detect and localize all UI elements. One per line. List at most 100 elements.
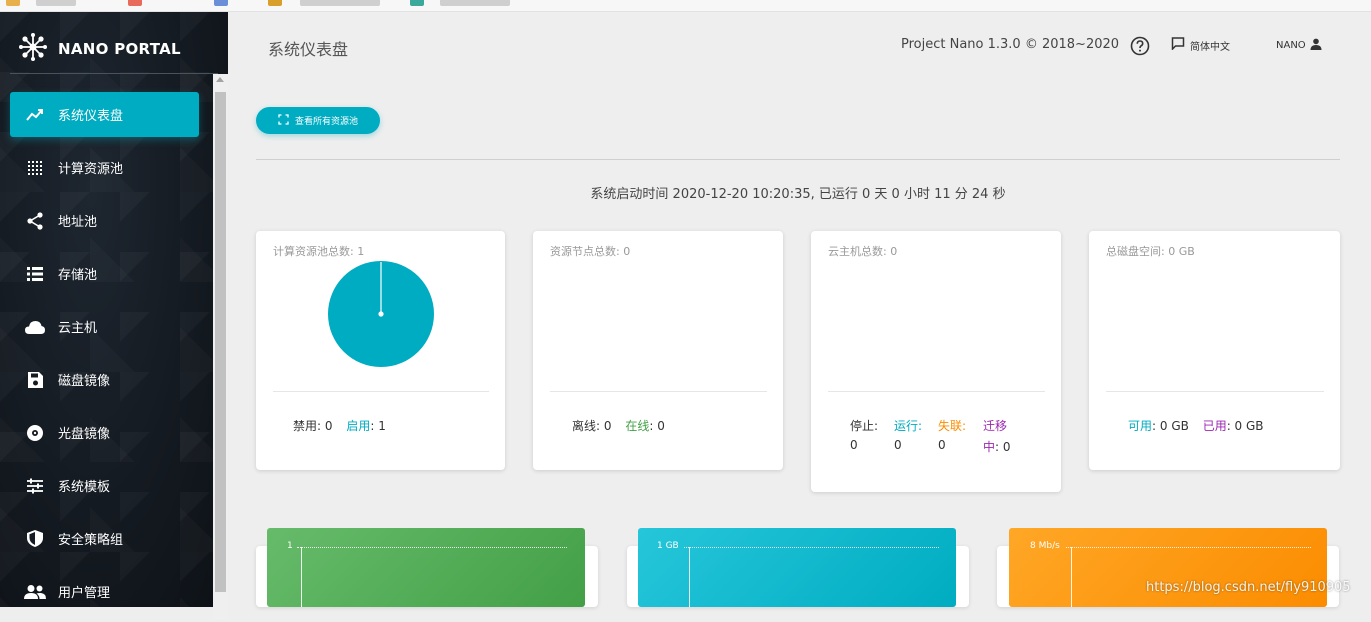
bookmark-icon[interactable]: [128, 0, 142, 6]
sidebar-item-address-pool[interactable]: 地址池: [10, 198, 199, 243]
sidebar-item-user-management[interactable]: 用户管理: [10, 569, 199, 614]
stopped-value: 0: [850, 438, 858, 452]
card-title: 云主机总数: 0: [828, 245, 898, 258]
sliders-icon: [24, 475, 46, 497]
watermark: https://blog.csdn.net/fly910905: [1146, 580, 1351, 595]
view-all-pools-label: 查看所有资源池: [294, 117, 358, 127]
sidebar-item-label: 计算资源池: [58, 162, 124, 177]
bookmark-icon[interactable]: [214, 0, 228, 6]
version-text: Project Nano 1.3.0 © 2018~2020: [901, 37, 1120, 52]
top-bar: 系统仪表盘 Project Nano 1.3.0 © 2018~2020 简体中…: [228, 12, 1371, 80]
brand[interactable]: NANO PORTAL: [18, 32, 181, 66]
disabled-value: : 0: [317, 419, 333, 433]
sidebar-item-disk-image[interactable]: 磁盘镜像: [10, 357, 199, 402]
chart-y-axis: [1071, 547, 1072, 607]
brand-divider: [10, 73, 218, 74]
enabled-value: : 1: [370, 419, 386, 433]
save-icon: [24, 369, 46, 391]
resource-node-legend: 离线: 0 在线: 0: [572, 417, 665, 434]
migrating-label: 迁移: [983, 419, 1008, 433]
sidebar-item-cloud-host[interactable]: 云主机: [10, 304, 199, 349]
sidebar-item-label: 存储池: [58, 268, 98, 283]
sidebar-item-label: 云主机: [58, 321, 98, 336]
bookmark-item[interactable]: [36, 0, 76, 6]
cloud-host-card: 云主机总数: 0 停止: 0 运行: 0 失联: 0 迁移 中: 0: [811, 231, 1061, 492]
chart-y-axis: [301, 547, 302, 607]
chart-panel-orange: 8 Mb/s: [1009, 528, 1327, 607]
sidebar-item-optical-image[interactable]: 光盘镜像: [10, 410, 199, 455]
chart-axis-label: 1: [287, 541, 293, 551]
chart-gridline: [297, 547, 567, 548]
stopped-label: 停止:: [850, 419, 879, 433]
sidebar-item-label: 磁盘镜像: [58, 374, 111, 389]
disc-icon: [24, 422, 46, 444]
offline-label: 离线: [572, 419, 597, 433]
share-icon: [24, 210, 46, 232]
lost-value: 0: [938, 438, 946, 452]
users-icon: [24, 581, 46, 603]
available-label: 可用: [1128, 419, 1153, 433]
migrating-label-2: 中: [983, 440, 996, 454]
person-icon: [1310, 38, 1322, 53]
available-value: : 0 GB: [1152, 419, 1189, 433]
compute-pool-pie-chart: [328, 261, 434, 367]
chart-panel-green: 1: [267, 528, 585, 607]
migrating-value: : 0: [995, 440, 1011, 454]
sidebar-item-label: 地址池: [58, 215, 98, 230]
sidebar-scrollbar[interactable]: [213, 74, 228, 619]
bookmark-icon[interactable]: [6, 0, 20, 6]
sidebar-item-compute-pool[interactable]: 计算资源池: [10, 145, 199, 190]
dashboard-icon: [24, 104, 46, 126]
card-title: 计算资源池总数: 1: [273, 245, 365, 258]
user-menu[interactable]: NANO: [1276, 38, 1322, 53]
chart-y-axis: [689, 547, 690, 607]
chart-gridline: [684, 547, 939, 548]
sidebar-item-label: 安全策略组: [58, 533, 124, 548]
page-title: 系统仪表盘: [268, 40, 349, 59]
shield-icon: [24, 528, 46, 550]
card-divider: [1106, 391, 1324, 392]
bookmark-item[interactable]: [300, 0, 380, 6]
scroll-up-icon[interactable]: [216, 77, 224, 82]
running-label: 运行:: [894, 419, 923, 433]
online-label: 在线: [625, 419, 650, 433]
used-value: : 0 GB: [1226, 419, 1264, 433]
running-value: 0: [894, 438, 902, 452]
list-icon: [24, 263, 46, 285]
sidebar-nav: 系统仪表盘 计算资源池 地址池 存储池 云主机 磁盘镜像 光盘镜像 系统模板 安…: [0, 92, 213, 622]
enabled-label: 启用: [346, 419, 371, 433]
bookmark-icon[interactable]: [410, 0, 424, 6]
sidebar-item-label: 光盘镜像: [58, 427, 111, 442]
bookmark-icon[interactable]: [268, 0, 282, 6]
compute-pool-legend: 禁用: 0 启用: 1: [293, 417, 386, 434]
scrollbar-thumb[interactable]: [215, 92, 226, 592]
card-title: 总磁盘空间: 0 GB: [1106, 245, 1195, 258]
grid-icon: [24, 157, 46, 179]
uptime-text: 系统启动时间 2020-12-20 10:20:35, 已运行 0 天 0 小时…: [590, 187, 1006, 202]
compute-pool-card: 计算资源池总数: 1 禁用: 0 启用: 1: [256, 231, 505, 470]
chart-gridline: [1066, 547, 1311, 548]
disabled-label: 禁用: [293, 419, 318, 433]
focus-icon: [278, 113, 289, 128]
bookmark-item[interactable]: [440, 0, 510, 6]
view-all-pools-button[interactable]: 查看所有资源池: [256, 107, 380, 134]
cloud-icon: [24, 316, 46, 338]
card-divider: [550, 391, 767, 392]
bookmark-bar: [0, 0, 1371, 12]
chart-axis-label: 1 GB: [657, 541, 679, 551]
vm-running-stat: 运行: 0: [894, 417, 940, 452]
vm-migrating-stat: 迁移 中: 0: [983, 417, 1029, 455]
used-label: 已用: [1202, 419, 1227, 433]
chart-axis-label: 8 Mb/s: [1030, 541, 1060, 551]
help-icon[interactable]: [1130, 36, 1150, 60]
vm-stopped-stat: 停止: 0: [850, 417, 896, 452]
lost-label: 失联:: [938, 419, 967, 433]
sidebar-item-label: 系统模板: [58, 480, 111, 495]
sidebar: NANO PORTAL 系统仪表盘 计算资源池 地址池 存储池 云主机 磁盘镜像…: [0, 12, 228, 619]
sidebar-item-system-template[interactable]: 系统模板: [10, 463, 199, 508]
language-switch[interactable]: 简体中文: [1171, 37, 1230, 53]
disk-space-card: 总磁盘空间: 0 GB 可用: 0 GB 已用: 0 GB: [1089, 231, 1340, 470]
sidebar-item-security-group[interactable]: 安全策略组: [10, 516, 199, 561]
sidebar-item-dashboard[interactable]: 系统仪表盘: [10, 92, 199, 137]
sidebar-item-storage-pool[interactable]: 存储池: [10, 251, 199, 296]
